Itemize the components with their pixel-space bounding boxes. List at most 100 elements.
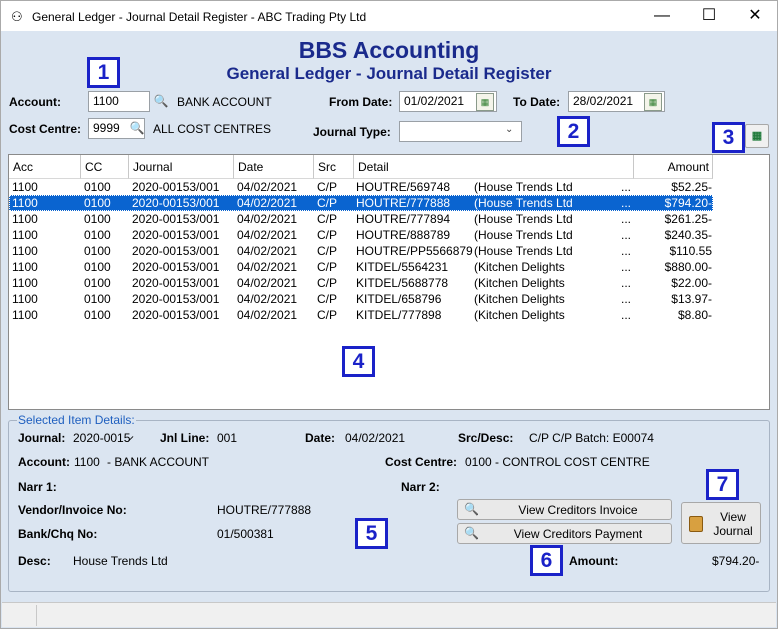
callout-badge-7: 7 xyxy=(706,469,739,500)
cell-date: 04/02/2021 xyxy=(237,276,298,290)
table-row[interactable]: 1100 0100 2020-00153/001 04/02/2021 C/P HOUTR… xyxy=(9,211,713,227)
cell-journal: 2020-00153/001 xyxy=(132,276,220,290)
from-date-calendar-icon[interactable]: ▦ xyxy=(476,93,494,111)
cost-centre-label: Cost Centre: xyxy=(9,122,82,136)
detail-account-label: Account: xyxy=(18,455,70,469)
view-journal-button[interactable]: View Journal xyxy=(681,502,761,544)
cell-cc: 0100 xyxy=(84,212,111,226)
detail-account-value: 1100 xyxy=(74,455,100,469)
chevron-down-icon[interactable]: ⌄ xyxy=(505,124,513,135)
view-creditors-invoice-button[interactable]: 🔍 View Creditors Invoice xyxy=(457,499,672,520)
col-header-date[interactable]: Date xyxy=(234,155,314,179)
cell-src: C/P xyxy=(317,244,338,258)
table-row[interactable]: 1100 0100 2020-00153/001 04/02/2021 C/P HOUTR… xyxy=(9,227,713,243)
account-search-icon[interactable]: 🔍 xyxy=(152,92,170,110)
export-excel-button[interactable]: ▦ xyxy=(745,124,769,148)
callout-badge-5: 5 xyxy=(355,518,388,549)
col-header-cc[interactable]: CC xyxy=(81,155,129,179)
window-title: General Ledger - Journal Detail Register… xyxy=(32,10,367,24)
detail-cost-centre-value: 0100 - CONTROL COST CENTRE xyxy=(465,455,650,469)
cell-more: ... xyxy=(621,212,632,226)
cell-detail: HOUTRE/777888 xyxy=(356,196,451,210)
col-header-detail[interactable]: Detail xyxy=(354,155,634,179)
cell-detail: KITDEL/5564231 xyxy=(356,260,449,274)
col-header-amount[interactable]: Amount xyxy=(634,155,713,179)
callout-badge-6: 6 xyxy=(530,545,563,576)
cell-acc: 1100 xyxy=(12,228,38,242)
cell-acc: 1100 xyxy=(12,308,38,322)
detail-bank-label: Bank/Chq No: xyxy=(18,527,98,541)
excel-icon: ▦ xyxy=(751,130,763,142)
cell-detail: KITDEL/5688778 xyxy=(356,276,449,290)
cell-desc: (Kitchen Delights xyxy=(474,292,565,306)
table-row[interactable]: 1100 0100 2020-00153/001 04/02/2021 C/P KITDE… xyxy=(9,291,713,307)
cell-more: ... xyxy=(621,228,632,242)
cell-more: ... xyxy=(621,276,632,290)
cell-more: ... xyxy=(621,180,632,194)
cell-amount: $110.55 xyxy=(669,244,713,258)
cell-desc: (House Trends Ltd xyxy=(474,212,573,226)
table-row[interactable]: 1100 0100 2020-00153/001 04/02/2021 C/P KITDE… xyxy=(9,307,713,323)
cell-desc: (House Trends Ltd xyxy=(474,180,573,194)
detail-src-desc-value: C/P C/P Batch: E00074 xyxy=(529,431,654,445)
journal-type-select[interactable] xyxy=(399,121,522,142)
view-creditors-invoice-label: View Creditors Invoice xyxy=(518,503,638,517)
account-input[interactable]: 1100 xyxy=(88,91,150,112)
cell-amount: $13.97- xyxy=(671,292,712,306)
account-label: Account: xyxy=(9,95,61,109)
table-row[interactable]: 1100 0100 2020-00153/001 04/02/2021 C/P HOUTR… xyxy=(9,179,713,195)
detail-amount-label: Amount: xyxy=(569,554,619,568)
col-header-journal[interactable]: Journal xyxy=(129,155,234,179)
cell-src: C/P xyxy=(317,180,338,194)
cell-date: 04/02/2021 xyxy=(237,260,298,274)
col-header-acc[interactable]: Acc xyxy=(9,155,81,179)
detail-narr1-label: Narr 1: xyxy=(18,480,57,494)
cell-detail: HOUTRE/888789 xyxy=(356,228,451,242)
cell-desc: (House Trends Ltd xyxy=(474,228,573,242)
cell-journal: 2020-00153/001 xyxy=(132,196,220,210)
account-name: BANK ACCOUNT xyxy=(177,95,272,109)
cell-cc: 0100 xyxy=(84,276,111,290)
cell-amount: $880.00- xyxy=(664,260,712,274)
cell-src: C/P xyxy=(317,292,338,306)
status-pane xyxy=(36,605,772,626)
table-row[interactable]: 1100 0100 2020-00153/001 04/02/2021 C/P HOUTR… xyxy=(9,195,713,211)
cell-acc: 1100 xyxy=(12,212,38,226)
view-creditors-payment-label: View Creditors Payment xyxy=(513,527,643,541)
cell-cc: 0100 xyxy=(84,308,111,322)
status-bar xyxy=(2,602,776,627)
cell-desc: (Kitchen Delights xyxy=(474,308,565,322)
journal-grid[interactable]: Acc CC Journal Date Src Detail Amount 11… xyxy=(8,154,770,410)
close-button[interactable]: ✕ xyxy=(732,1,778,32)
cell-acc: 1100 xyxy=(12,196,38,210)
cell-detail: KITDEL/777898 xyxy=(356,308,442,322)
detail-jnl-line-value: 001 xyxy=(217,431,238,445)
detail-desc-label: Desc: xyxy=(18,554,51,568)
cell-src: C/P xyxy=(317,228,338,242)
cell-date: 04/02/2021 xyxy=(237,228,298,242)
view-creditors-payment-button[interactable]: 🔍 View Creditors Payment xyxy=(457,523,672,544)
minimize-button[interactable]: — xyxy=(639,1,685,32)
detail-desc-value: House Trends Ltd xyxy=(73,554,168,568)
cell-date: 04/02/2021 xyxy=(237,244,298,258)
cell-date: 04/02/2021 xyxy=(237,212,298,226)
cell-date: 04/02/2021 xyxy=(237,308,298,322)
detail-vendor-value: HOUTRE/777888 xyxy=(217,503,312,517)
cell-amount: $794.20- xyxy=(664,196,712,210)
cell-cc: 0100 xyxy=(84,260,111,274)
col-header-src[interactable]: Src xyxy=(314,155,354,179)
cell-journal: 2020-00153/001 xyxy=(132,308,220,322)
cell-src: C/P xyxy=(317,260,338,274)
maximize-button[interactable]: ☐ xyxy=(686,1,732,32)
detail-account-name: - BANK ACCOUNT xyxy=(107,455,210,469)
detail-journal-label: Journal: xyxy=(18,431,66,445)
cost-centre-search-icon[interactable]: 🔍 xyxy=(128,119,146,137)
table-row[interactable]: 1100 0100 2020-00153/001 04/02/2021 C/P KITDE… xyxy=(9,275,713,291)
cell-desc: (House Trends Ltd xyxy=(474,244,573,258)
cell-amount: $240.35- xyxy=(664,228,712,242)
to-date-calendar-icon[interactable]: ▦ xyxy=(644,93,662,111)
cell-cc: 0100 xyxy=(84,228,111,242)
table-row[interactable]: 1100 0100 2020-00153/001 04/02/2021 C/P HOUTR… xyxy=(9,243,713,259)
detail-cost-centre-label: Cost Centre: xyxy=(385,455,458,469)
table-row[interactable]: 1100 0100 2020-00153/001 04/02/2021 C/P KITDE… xyxy=(9,259,713,275)
